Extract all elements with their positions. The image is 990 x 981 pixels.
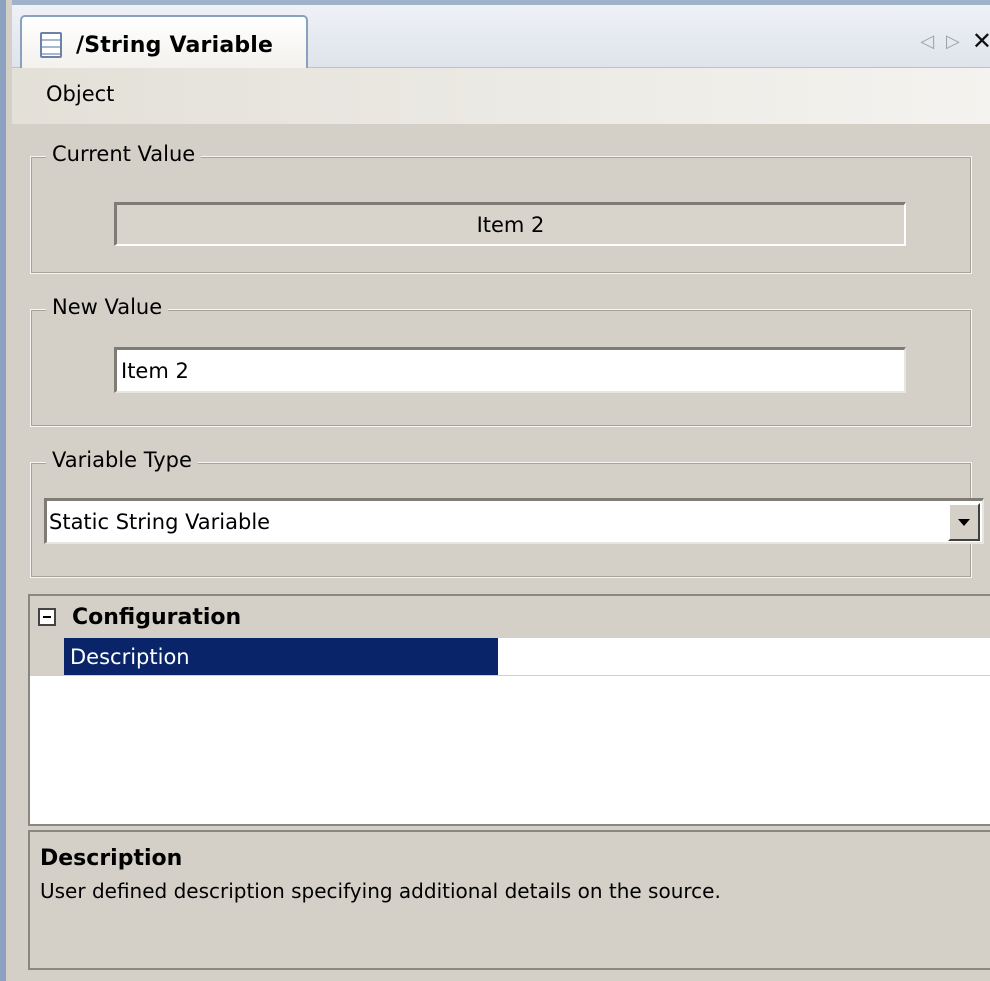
row-gutter [30,638,64,675]
description-pane: Description User defined description spe… [28,830,990,970]
dropdown-button[interactable] [948,503,980,541]
document-list-icon [40,32,62,58]
property-grid: Configuration Description [28,594,990,826]
string-variable-window: /String Variable ◁ ▷ ✕ Object Current Va… [0,0,990,981]
tab-string-variable[interactable]: /String Variable [20,15,308,73]
variable-type-select[interactable]: Static String Variable [44,498,984,544]
tab-title: /String Variable [76,32,274,58]
property-category-configuration: Configuration [30,596,990,638]
property-row-description[interactable]: Description [30,638,990,676]
new-value-input[interactable]: Item 2 [114,347,906,393]
variable-type-legend: Variable Type [46,448,198,472]
menu-bar: Object [12,68,990,124]
variable-type-group: Variable Type Static String Variable [30,448,984,578]
description-title: Description [40,846,183,871]
current-value-display: Item 2 [114,202,906,246]
scroll-left-icon[interactable]: ◁ [920,31,934,52]
variable-type-selected: Static String Variable [49,509,271,534]
property-value[interactable] [498,638,990,675]
property-name[interactable]: Description [64,638,498,675]
collapse-icon[interactable] [38,608,56,626]
scroll-right-icon[interactable]: ▷ [946,31,960,52]
new-value-text: Item 2 [121,358,189,383]
description-text: User defined description specifying addi… [40,879,721,903]
menu-object[interactable]: Object [46,82,114,106]
chevron-down-icon [958,518,970,526]
current-value-group: Current Value Item 2 [30,142,972,274]
current-value-legend: Current Value [46,142,202,166]
tab-strip: /String Variable ◁ ▷ ✕ [12,0,990,73]
tab-navigation: ◁ ▷ ✕ [920,27,990,55]
current-value-text: Item 2 [476,212,545,237]
close-icon[interactable]: ✕ [972,27,990,55]
new-value-group: New Value Item 2 [30,295,972,427]
new-value-legend: New Value [46,295,169,319]
category-label: Configuration [72,604,242,630]
